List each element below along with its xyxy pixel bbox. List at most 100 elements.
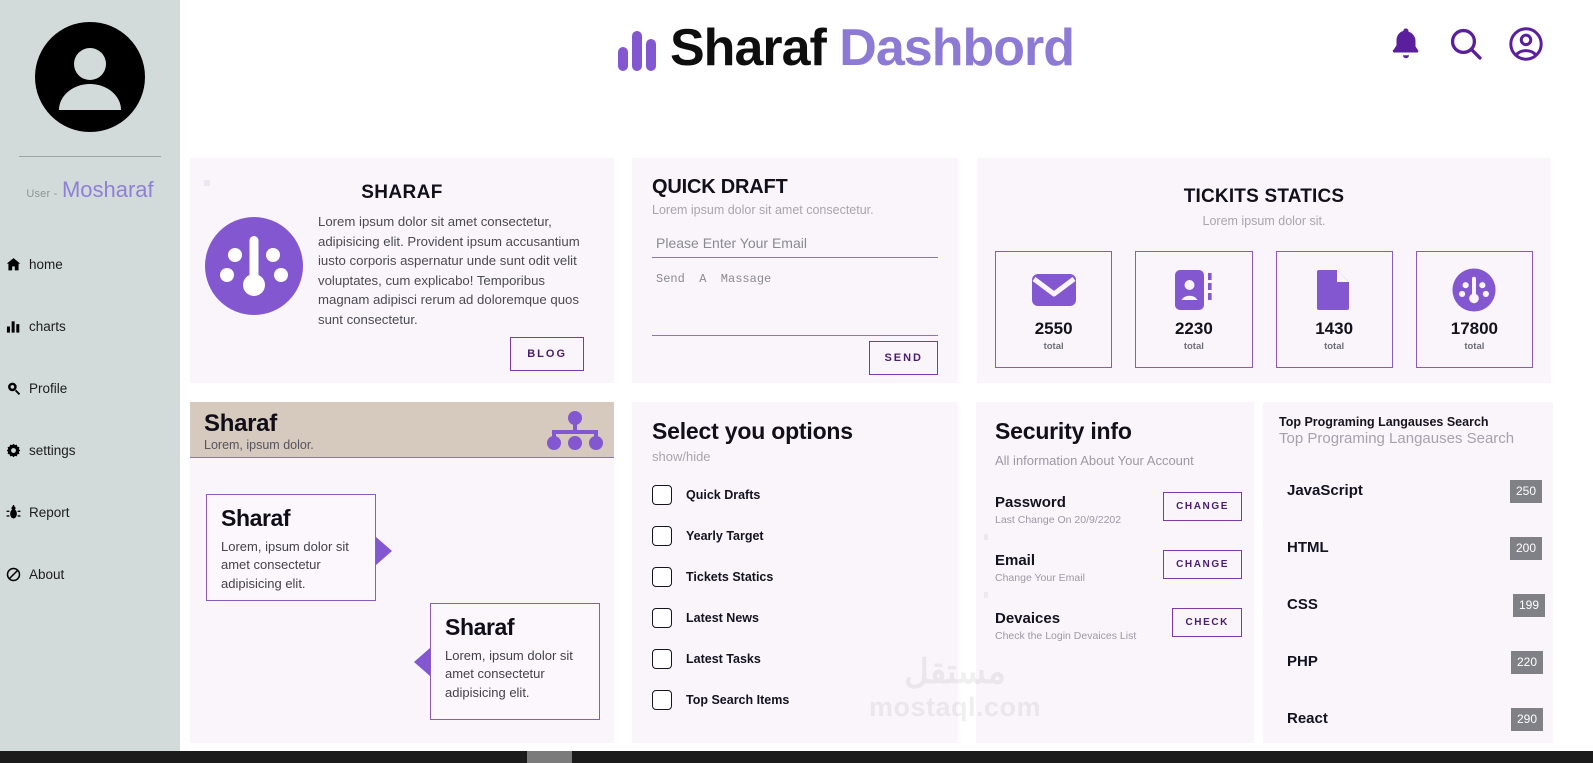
sidebar: User - Mosharaf home charts Profile sett… (0, 0, 180, 751)
option-label: Quick Drafts (686, 488, 761, 502)
tickets-tile-caption: total (1043, 341, 1064, 352)
slide-arrow-right-icon (376, 537, 392, 565)
checkbox[interactable] (652, 649, 672, 669)
language-value-badge: 199 (1513, 594, 1546, 617)
envelope-icon (1030, 267, 1078, 313)
option-row-tickets-statics[interactable]: Tickets Statics (652, 567, 938, 587)
sidebar-item-home[interactable]: home (0, 251, 180, 277)
security-subtitle: All information About Your Account (995, 453, 1194, 468)
slide-title: Sharaf (445, 614, 515, 640)
language-row-css: CSS 199 (1279, 594, 1553, 618)
user-name: Mosharaf (61, 177, 154, 202)
checkbox[interactable] (652, 485, 672, 505)
gear-icon (6, 443, 21, 458)
sidebar-item-charts[interactable]: charts (0, 313, 180, 339)
slide-card[interactable]: Sharaf Lorem, ipsum dolor sit amet conse… (206, 494, 376, 601)
tickets-tile-value: 17800 (1450, 319, 1499, 338)
checkbox[interactable] (652, 526, 672, 546)
slide-arrow-left-icon (414, 648, 430, 676)
checkbox[interactable] (652, 608, 672, 628)
language-value-badge: 220 (1511, 651, 1544, 674)
no-entry-icon (6, 567, 21, 582)
language-row-react: React 290 (1279, 708, 1553, 732)
sidebar-item-label: settings (29, 442, 76, 458)
user-avatar-icon (35, 22, 145, 132)
sidebar-nav: home charts Profile settings Report Abou… (0, 251, 180, 587)
language-name: React (1287, 710, 1328, 727)
dashboard-grid: SHARAF Lorem ipsum dolor sit amet consec… (180, 0, 1593, 751)
language-name: JavaScript (1287, 482, 1363, 499)
tickets-tile[interactable]: 2550 total (995, 251, 1113, 368)
language-value-badge: 290 (1511, 708, 1544, 731)
tickets-tile-value: 2230 (1174, 319, 1213, 338)
select-options-card: Select you options show/hide Quick Draft… (632, 402, 958, 743)
option-label: Tickets Statics (686, 570, 774, 584)
scrollbar-thumb[interactable] (527, 751, 572, 763)
sidebar-item-label: About (29, 566, 65, 582)
bar-chart-icon (6, 319, 21, 334)
contact-card-icon (1172, 267, 1216, 313)
security-row-password: Password Last Change On 20/9/2202 CHANGE (995, 492, 1254, 526)
options-subtitle: show/hide (652, 449, 711, 464)
gauge-icon (1452, 267, 1496, 313)
checkbox[interactable] (652, 690, 672, 710)
option-label: Top Search Items (686, 693, 790, 707)
main-content: Sharaf Dashbord SHARAF Lorem ipsum dolor… (180, 0, 1593, 751)
security-row-devices: Devaices Check the Login Devaices List C… (984, 592, 1254, 642)
checkbox[interactable] (652, 567, 672, 587)
security-title: Security info (995, 418, 1132, 444)
language-value-badge: 250 (1510, 480, 1543, 503)
slide-text: Lorem, ipsum dolor sit amet consectetur … (445, 648, 573, 700)
home-icon (6, 257, 21, 272)
sharaf-slider-card: Sharaf Lorem, ipsum dolor. Sharaf Lorem,… (190, 402, 614, 743)
change-email-button[interactable]: CHANGE (1163, 550, 1242, 579)
gauge-icon (204, 212, 304, 329)
row-divider-tick (984, 534, 988, 540)
user-label: User - (26, 188, 58, 200)
sidebar-item-label: charts (29, 318, 66, 334)
tickets-tile-value: 1430 (1315, 319, 1354, 338)
security-info-card: Security info All information About Your… (976, 402, 1254, 743)
tickets-tile[interactable]: 17800 total (1415, 251, 1533, 368)
sidebar-item-about[interactable]: About (0, 561, 180, 587)
languages-subtitle: Top Programing Langauses Search (1279, 430, 1515, 447)
tickets-tile-caption: total (1183, 341, 1204, 352)
language-row-html: HTML 200 (1279, 537, 1553, 561)
check-devices-button[interactable]: CHECK (1172, 608, 1242, 637)
quick-draft-card: QUICK DRAFT Lorem ipsum dolor sit amet c… (632, 158, 958, 484)
quick-draft-subtitle: Lorem ipsum dolor sit amet consectetur. (652, 203, 874, 217)
row-divider-tick (984, 592, 988, 598)
search-profile-icon (6, 381, 21, 396)
blog-button[interactable]: BLOG (510, 337, 584, 371)
option-row-yearly-target[interactable]: Yearly Target (652, 526, 938, 546)
option-row-latest-news[interactable]: Latest News (652, 608, 938, 628)
sharaf-card: SHARAF Lorem ipsum dolor sit amet consec… (190, 158, 614, 383)
tickets-tile[interactable]: 1430 total (1275, 251, 1393, 368)
option-row-top-search-items[interactable]: Top Search Items (652, 690, 938, 710)
sidebar-item-report[interactable]: Report (0, 499, 180, 525)
option-row-latest-tasks[interactable]: Latest Tasks (652, 649, 938, 669)
slide-card[interactable]: Sharaf Lorem, ipsum dolor sit amet conse… (430, 603, 600, 720)
sidebar-divider (19, 156, 161, 157)
page-title: SHARAF (361, 182, 443, 203)
languages-title: Top Programing Langauses Search (1279, 415, 1489, 429)
send-button[interactable]: SEND (869, 341, 938, 375)
language-name: PHP (1287, 653, 1318, 670)
tickets-tile-caption: total (1324, 341, 1345, 352)
document-icon (1315, 267, 1353, 313)
message-textarea[interactable] (652, 268, 938, 336)
slider-header: Sharaf Lorem, ipsum dolor. (190, 402, 614, 458)
email-field[interactable] (652, 231, 938, 258)
options-title: Select you options (652, 418, 853, 444)
change-password-button[interactable]: CHANGE (1163, 492, 1242, 521)
sidebar-item-label: Report (29, 504, 70, 520)
option-row-quick-drafts[interactable]: Quick Drafts (652, 485, 938, 505)
tickets-tile-caption: total (1464, 341, 1485, 352)
tickets-title: TICKITS STATICS (1183, 186, 1345, 207)
sidebar-item-settings[interactable]: settings (0, 437, 180, 463)
language-row-php: PHP 220 (1279, 651, 1553, 675)
sidebar-item-profile[interactable]: Profile (0, 375, 180, 401)
horizontal-scrollbar[interactable] (0, 751, 1593, 763)
tickets-tile[interactable]: 2230 total (1135, 251, 1253, 368)
tickets-tile-value: 2550 (1034, 319, 1073, 338)
